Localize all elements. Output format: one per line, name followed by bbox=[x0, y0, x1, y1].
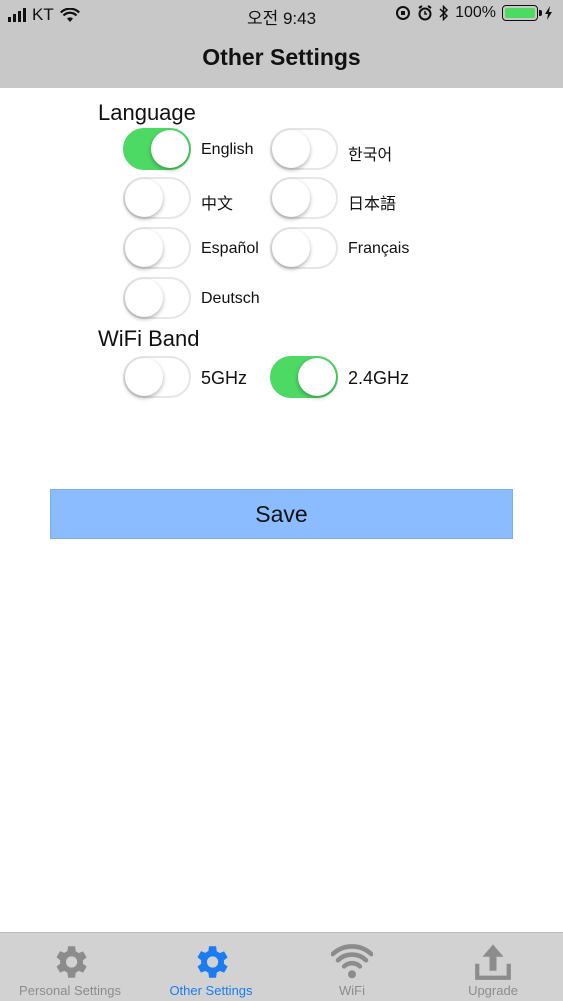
gear-icon bbox=[197, 946, 228, 978]
tab-bar: Personal Settings Other Settings WiFi Up… bbox=[0, 932, 563, 1001]
option-label-french: Français bbox=[348, 240, 410, 257]
toggle-knob bbox=[272, 229, 310, 267]
toggle-5ghz[interactable] bbox=[123, 356, 191, 398]
tab-label: Personal Settings bbox=[19, 983, 121, 998]
tab-label: Upgrade bbox=[468, 983, 518, 998]
status-bar: KT 오전 9:43 100% bbox=[0, 0, 563, 30]
gear-icon bbox=[56, 946, 87, 978]
tab-other-settings[interactable]: Other Settings bbox=[141, 933, 281, 1001]
language-section-label: Language bbox=[98, 100, 196, 125]
toggle-chinese[interactable] bbox=[123, 177, 191, 219]
tab-label: WiFi bbox=[339, 983, 365, 998]
option-label-german: Deutsch bbox=[201, 290, 260, 307]
orientation-lock-icon bbox=[396, 6, 411, 20]
page-title: Other Settings bbox=[202, 44, 361, 70]
toggle-english[interactable] bbox=[123, 128, 191, 170]
battery-icon bbox=[502, 5, 542, 21]
alarm-icon bbox=[418, 5, 432, 21]
toggle-knob bbox=[272, 179, 310, 217]
tab-upgrade[interactable]: Upgrade bbox=[423, 933, 563, 1001]
tab-label: Other Settings bbox=[169, 983, 253, 998]
option-label-english: English bbox=[201, 141, 254, 158]
tab-personal-settings[interactable]: Personal Settings bbox=[0, 933, 140, 1001]
option-label-korean: 한국어 bbox=[348, 147, 393, 164]
toggle-knob bbox=[272, 130, 310, 168]
option-label-5ghz: 5GHz bbox=[201, 368, 248, 388]
toggle-knob bbox=[125, 358, 163, 396]
toggle-spanish[interactable] bbox=[123, 227, 191, 269]
toggle-knob bbox=[125, 179, 163, 217]
tab-wifi[interactable]: WiFi bbox=[282, 933, 422, 1001]
toggle-knob bbox=[125, 229, 163, 267]
status-right: 100% bbox=[395, 4, 553, 22]
header-bar: KT 오전 9:43 100% Other Settings bbox=[0, 0, 563, 88]
toggle-japanese[interactable] bbox=[270, 177, 338, 219]
save-button[interactable]: Save bbox=[50, 489, 513, 539]
toggle-korean[interactable] bbox=[270, 128, 338, 170]
option-label-spanish: Español bbox=[201, 240, 259, 257]
wifi-band-section-label: WiFi Band bbox=[98, 326, 200, 351]
option-label-chinese: 中文 bbox=[201, 196, 234, 213]
toggle-knob bbox=[298, 358, 336, 396]
toggle-2-4ghz[interactable] bbox=[270, 356, 338, 398]
toggle-german[interactable] bbox=[123, 277, 191, 319]
bluetooth-icon bbox=[439, 5, 449, 21]
toggle-knob bbox=[151, 130, 189, 168]
option-label-japanese: 日本語 bbox=[348, 196, 397, 213]
upload-icon bbox=[475, 944, 511, 980]
charging-icon bbox=[545, 6, 552, 20]
battery-percent: 100% bbox=[455, 4, 496, 21]
option-label-2-4ghz: 2.4GHz bbox=[348, 368, 410, 388]
wifi-icon bbox=[331, 944, 373, 979]
toggle-french[interactable] bbox=[270, 227, 338, 269]
toggle-knob bbox=[125, 279, 163, 317]
